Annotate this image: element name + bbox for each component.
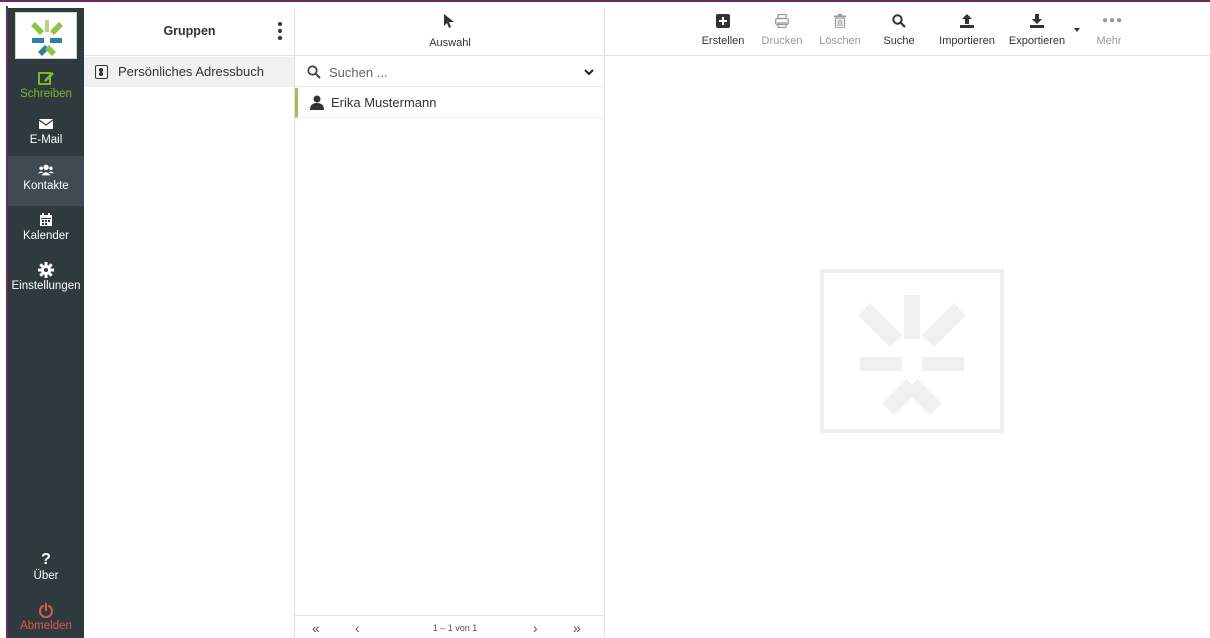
trash-icon	[834, 14, 846, 28]
download-icon	[1030, 14, 1044, 28]
export-button[interactable]: Exportieren	[1005, 8, 1069, 56]
upload-icon	[960, 14, 974, 28]
group-item-personal-addressbook[interactable]: Persönliches Adressbuch	[84, 57, 294, 87]
last-page-button[interactable]: »	[573, 620, 581, 636]
group-item-label: Persönliches Adressbuch	[118, 64, 264, 79]
more-label: Mehr	[1096, 35, 1122, 47]
calendar-icon	[40, 213, 52, 226]
nav-compose-label: Schreiben	[20, 88, 72, 100]
plus-square-icon	[716, 14, 730, 28]
nav-contacts[interactable]: Kontakte	[8, 156, 84, 206]
person-icon	[310, 95, 324, 110]
next-page-button[interactable]: ›	[533, 620, 538, 636]
nav-settings[interactable]: Einstellungen	[8, 256, 84, 306]
export-options-icon[interactable]	[1074, 28, 1080, 32]
contact-name: Erika Mustermann	[331, 95, 437, 110]
search-icon	[307, 65, 321, 79]
groups-options-icon[interactable]	[277, 22, 283, 42]
selection-header[interactable]: Auswahl	[295, 8, 605, 56]
window-frame-top	[0, 0, 1210, 6]
list-pagination: « ‹ 1 – 1 von 1 › »	[295, 615, 605, 638]
delete-label: Löschen	[819, 35, 861, 47]
groups-panel: Gruppen Persönliches Adressbuch	[84, 8, 295, 638]
nav-logout[interactable]: Abmelden	[8, 596, 84, 638]
gear-icon	[38, 262, 54, 278]
search-button[interactable]: Suche	[879, 8, 919, 56]
import-label: Importieren	[939, 35, 995, 47]
logo-icon	[31, 20, 63, 56]
contacts-toolbar: Erstellen Drucken Löschen Suche Importie…	[605, 8, 1210, 56]
page-info: 1 – 1 von 1	[432, 623, 478, 633]
watermark-logo	[820, 269, 1004, 433]
print-button[interactable]: Drucken	[757, 8, 807, 56]
envelope-icon	[38, 119, 54, 129]
print-icon	[775, 14, 789, 28]
import-button[interactable]: Importieren	[933, 8, 1001, 56]
edit-icon	[38, 72, 54, 85]
groups-title: Gruppen	[163, 24, 216, 38]
print-label: Drucken	[761, 35, 803, 47]
export-label: Exportieren	[1008, 35, 1066, 47]
nav-calendar-label: Kalender	[22, 230, 70, 242]
pointer-icon	[444, 14, 454, 28]
nav-contacts-label: Kontakte	[23, 180, 69, 192]
search-label: Suche	[883, 35, 915, 47]
question-icon: ?	[41, 551, 51, 568]
app-logo[interactable]	[15, 12, 77, 59]
nav-settings-label: Einstellungen	[11, 280, 81, 292]
selection-label: Auswahl	[429, 37, 471, 49]
nav-mail-label: E-Mail	[29, 134, 63, 146]
addressbook-icon	[95, 65, 108, 79]
watermark-logo-icon	[858, 295, 966, 415]
nav-about-label: Über	[33, 570, 59, 582]
create-button[interactable]: Erstellen	[697, 8, 749, 56]
contact-search	[295, 57, 605, 87]
chevron-down-icon[interactable]	[584, 67, 594, 77]
nav-logout-label: Abmelden	[20, 620, 72, 632]
magnifier-icon	[892, 14, 906, 28]
users-icon	[38, 164, 54, 176]
nav-compose[interactable]: Schreiben	[8, 64, 84, 114]
groups-header: Gruppen	[84, 8, 295, 56]
contacts-list-panel: Auswahl Erika Mustermann « ‹ 1 – 1 von 1…	[295, 8, 605, 638]
contact-detail-area	[606, 57, 1210, 638]
nav-calendar[interactable]: Kalender	[8, 206, 84, 256]
contact-row[interactable]: Erika Mustermann	[295, 88, 605, 118]
ellipsis-icon: ●●●	[1102, 15, 1124, 26]
first-page-button[interactable]: «	[312, 620, 320, 636]
power-icon	[39, 602, 53, 618]
delete-button[interactable]: Löschen	[813, 8, 867, 56]
more-button[interactable]: ●●● Mehr	[1091, 8, 1127, 56]
nav-about[interactable]: ? Über	[8, 546, 84, 596]
search-input[interactable]	[329, 63, 559, 81]
previous-page-button[interactable]: ‹	[355, 620, 360, 636]
create-label: Erstellen	[701, 35, 745, 47]
main-navigation: Schreiben E-Mail Kontakte Kalender Einst…	[8, 8, 84, 638]
nav-mail[interactable]: E-Mail	[8, 110, 84, 160]
